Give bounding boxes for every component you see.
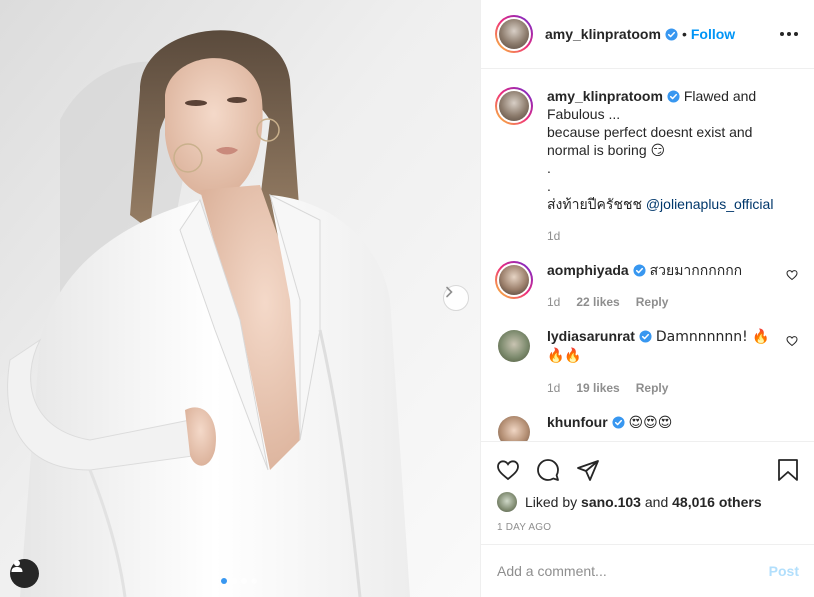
comment-username[interactable]: khunfour: [547, 414, 608, 430]
caption-entry: amy_klinpratoom Flawed and Fabulous ... …: [495, 87, 798, 245]
caption-text: Flawed and Fabulous ... because perfect …: [547, 88, 757, 212]
commenter-avatar[interactable]: [498, 330, 530, 362]
avatar: [499, 265, 529, 295]
carousel-dot: [231, 578, 237, 584]
carousel-dot: [241, 578, 247, 584]
chevron-right-icon: [446, 286, 453, 298]
comments-list[interactable]: amy_klinpratoom Flawed and Fabulous ... …: [481, 69, 814, 441]
comment-input[interactable]: [497, 563, 769, 579]
caption-username[interactable]: amy_klinpratoom: [547, 88, 663, 104]
comment-text: 😍😍😍: [628, 415, 673, 431]
more-icon: [780, 32, 784, 36]
post-side-panel: amy_klinpratoom • Follow amy_klinpratoom…: [480, 0, 814, 597]
comment-age[interactable]: 1d: [547, 379, 560, 397]
avatar: [499, 19, 529, 49]
action-icon-row: [481, 442, 814, 484]
commenter-avatar[interactable]: [495, 261, 533, 299]
carousel-dot: [251, 578, 257, 584]
verified-icon: [612, 416, 625, 429]
carousel-next-button[interactable]: [443, 285, 469, 311]
commenter-avatar[interactable]: [498, 416, 530, 441]
caption-mention-link[interactable]: @jolienaplus_official: [646, 196, 774, 212]
liked-by-and: and: [644, 494, 669, 510]
comment-item: khunfour 😍😍😍: [495, 413, 798, 441]
separator-dot: •: [681, 26, 687, 42]
reply-button[interactable]: Reply: [636, 379, 669, 397]
post-photo[interactable]: [0, 0, 480, 597]
carousel-dot: [221, 578, 227, 584]
comment-username[interactable]: lydiasarunrat: [547, 328, 635, 344]
heart-icon: [497, 459, 519, 480]
user-tag-button[interactable]: [10, 559, 39, 588]
liker-avatar[interactable]: [497, 492, 517, 512]
comment-username[interactable]: aomphiyada: [547, 262, 629, 278]
avatar: [499, 91, 529, 121]
author-avatar[interactable]: [495, 15, 533, 53]
comment-text: สวยมากกกกกก: [649, 262, 743, 278]
comment-age[interactable]: 1d: [547, 293, 560, 311]
heart-icon[interactable]: [786, 335, 798, 347]
post-timestamp[interactable]: 1 day ago: [481, 512, 814, 533]
heart-icon[interactable]: [786, 269, 798, 281]
comment-likes[interactable]: 19 likes: [576, 379, 619, 397]
reply-button[interactable]: Reply: [636, 293, 669, 311]
user-tag-icon: [11, 560, 23, 572]
caption-author-avatar[interactable]: [495, 87, 533, 125]
verified-icon: [667, 90, 680, 103]
add-comment-bar: Post: [481, 544, 814, 597]
comment-item: aomphiyada สวยมากกกกกก 1d 22 likes Reply: [495, 261, 798, 311]
more-options-button[interactable]: [780, 32, 798, 36]
verified-icon: [665, 27, 678, 41]
verified-icon: [633, 264, 646, 277]
follow-button[interactable]: Follow: [691, 26, 735, 42]
bookmark-icon: [778, 458, 798, 481]
post-comment-button[interactable]: Post: [769, 563, 799, 579]
author-username[interactable]: amy_klinpratoom: [545, 26, 661, 42]
comment-likes[interactable]: 22 likes: [576, 293, 619, 311]
liked-by-user-link[interactable]: sano.103: [581, 494, 641, 510]
post-header: amy_klinpratoom • Follow: [481, 0, 814, 69]
share-icon: [577, 459, 599, 481]
comment-icon: [537, 458, 559, 481]
caption-age[interactable]: 1d: [547, 227, 560, 245]
like-button[interactable]: [496, 458, 520, 482]
comment-button[interactable]: [536, 458, 560, 482]
verified-icon: [639, 330, 652, 343]
liked-by-row: Liked by sano.103 and 48,016 others: [481, 484, 814, 512]
photo-illustration: [0, 0, 480, 597]
liked-by-prefix: Liked by: [525, 494, 578, 510]
share-button[interactable]: [576, 458, 600, 482]
carousel-indicator: [221, 578, 257, 584]
save-button[interactable]: [777, 458, 799, 482]
likes-count-link[interactable]: 48,016 others: [672, 494, 762, 510]
comment-item: lydiasarunrat Damnnnnnn! 🔥🔥🔥 1d 19 likes…: [495, 327, 798, 397]
